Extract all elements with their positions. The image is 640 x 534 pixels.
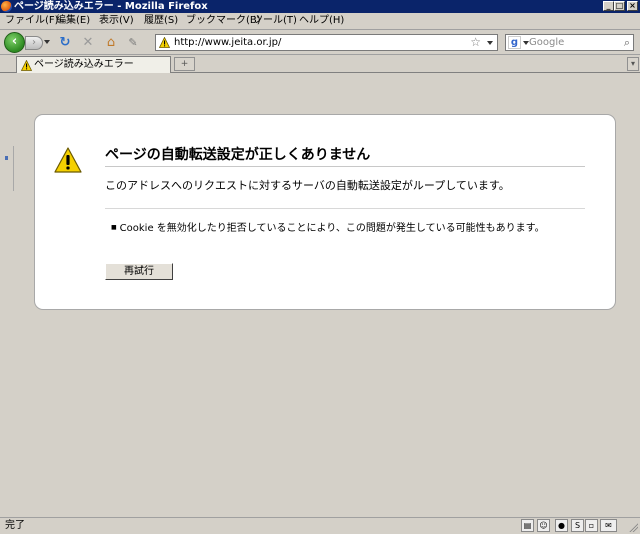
menu-view[interactable]: 表示(V) xyxy=(99,15,134,27)
retry-button[interactable]: 再試行 xyxy=(105,263,173,280)
url-dropdown-icon[interactable] xyxy=(487,41,493,45)
divider xyxy=(105,208,585,209)
stop-icon[interactable]: ✕ xyxy=(80,35,96,51)
search-bar[interactable]: g Google ⌕ xyxy=(505,34,634,51)
menu-bookmarks[interactable]: ブックマーク(B) xyxy=(186,15,261,27)
tab-active[interactable]: ページ読み込みエラー xyxy=(16,56,171,73)
menu-file[interactable]: ファイル(F) xyxy=(5,15,59,27)
status-bar: 完了 ▤ ☺ ● S ▫ ✉ xyxy=(0,517,640,534)
warning-icon xyxy=(54,147,82,173)
sidebar-strip xyxy=(0,146,14,191)
search-icon[interactable]: ⌕ xyxy=(624,35,630,50)
minimize-button[interactable]: _ xyxy=(603,1,614,11)
error-title: ページの自動転送設定が正しくありません xyxy=(105,146,585,167)
maximize-button[interactable]: □ xyxy=(614,1,625,11)
history-dropdown-icon[interactable] xyxy=(44,40,50,44)
window-title: ページ読み込みエラー - Mozilla Firefox xyxy=(14,1,208,12)
error-box: ページの自動転送設定が正しくありません このアドレスへのリクエストに対するサーバ… xyxy=(34,114,616,310)
back-button[interactable]: ‹ xyxy=(4,32,25,53)
menu-tools[interactable]: ツール(T) xyxy=(253,15,297,27)
menu-help[interactable]: ヘルプ(H) xyxy=(299,15,344,27)
reload-icon[interactable]: ↻ xyxy=(57,35,73,51)
s-icon[interactable]: S xyxy=(571,519,584,532)
document-icon[interactable]: ▫ xyxy=(585,519,598,532)
scroll-marker xyxy=(5,156,8,160)
firebug-icon[interactable]: ● xyxy=(555,519,568,532)
url-text[interactable]: http://www.jeita.or.jp/ xyxy=(174,36,281,49)
mail-icon[interactable]: ✉ xyxy=(600,519,617,532)
search-placeholder: Google xyxy=(529,37,565,48)
navigation-toolbar: ‹ › ↻ ✕ ⌂ ✎ http://www.jeita.or.jp/ ☆ g … xyxy=(0,30,640,55)
forward-button[interactable]: › xyxy=(25,36,43,50)
addon-status-icon[interactable]: ☺ xyxy=(537,519,550,532)
error-hint: Cookie を無効化したり拒否していることにより、この問題が発生している可能性… xyxy=(111,222,545,237)
tab-bar: ページ読み込みエラー + ▾ xyxy=(0,55,640,73)
warning-icon xyxy=(159,37,170,48)
close-button[interactable]: × xyxy=(627,1,638,11)
status-text: 完了 xyxy=(5,520,25,531)
tab-list-button[interactable]: ▾ xyxy=(627,57,639,71)
home-icon[interactable]: ⌂ xyxy=(103,35,119,51)
resize-grip[interactable] xyxy=(628,522,638,532)
menu-edit[interactable]: 編集(E) xyxy=(56,15,90,27)
google-icon[interactable]: g xyxy=(508,36,521,49)
error-description: このアドレスへのリクエストに対するサーバの自動転送設定がループしています。 xyxy=(105,179,510,192)
firefox-icon xyxy=(1,1,12,12)
window-titlebar: ページ読み込みエラー - Mozilla Firefox _ □ × xyxy=(0,0,640,13)
warning-icon xyxy=(21,60,32,71)
bookmark-star-icon[interactable]: ☆ xyxy=(470,35,481,50)
url-bar[interactable]: http://www.jeita.or.jp/ ☆ xyxy=(155,34,498,51)
new-tab-button[interactable]: + xyxy=(174,57,195,71)
menu-bar: ファイル(F) 編集(E) 表示(V) 履歴(S) ブックマーク(B) ツール(… xyxy=(0,13,640,30)
menu-history[interactable]: 履歴(S) xyxy=(144,15,178,27)
tab-label: ページ読み込みエラー xyxy=(34,59,134,70)
page-content: ページの自動転送設定が正しくありません このアドレスへのリクエストに対するサーバ… xyxy=(0,73,640,517)
addon-icon[interactable]: ✎ xyxy=(125,35,141,51)
page-info-icon[interactable]: ▤ xyxy=(521,519,534,532)
